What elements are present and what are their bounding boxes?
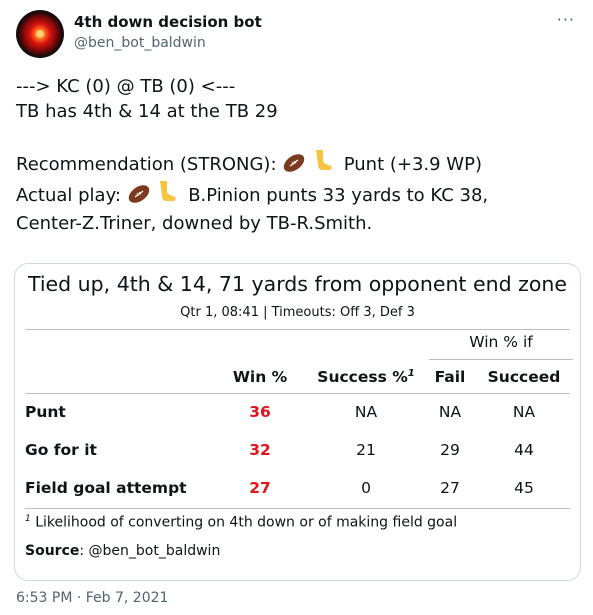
col-success-pct: Success %1 (305, 368, 427, 386)
leg-kick-icon (156, 180, 178, 212)
tweet-timestamp[interactable]: 6:53 PM · Feb 7, 2021 (16, 590, 168, 606)
tweet-text: ---> KC (0) @ TB (0) <--- TB has 4th & 1… (16, 75, 577, 236)
card-title: Tied up, 4th & 14, 71 yards from opponen… (27, 272, 568, 296)
avatar[interactable] (16, 10, 64, 58)
more-options-icon[interactable]: ··· (557, 10, 575, 29)
row-label: Go for it (25, 441, 97, 459)
card-subtitle: Qtr 1, 08:41 | Timeouts: Off 3, Def 3 (180, 305, 415, 320)
header-rule (25, 393, 570, 394)
situation-line: TB has 4th & 14 at the TB 29 (16, 100, 278, 122)
fail-cell: 27 (440, 479, 460, 497)
win-pct-cell: 36 (249, 403, 271, 421)
succeed-cell: NA (512, 403, 536, 421)
footnote-text: Likelihood of converting on 4th down or … (35, 514, 458, 531)
col-success-label: Success % (317, 368, 408, 387)
col-succeed: Succeed (487, 368, 561, 386)
win-if-header: Win % if (469, 333, 533, 351)
recommendation-prefix: Recommendation (STRONG): (16, 153, 277, 175)
actual-play-text: B.Pinion punts 33 yards to KC 38, (188, 185, 489, 206)
win-if-rule (429, 359, 573, 360)
col-win-pct: Win % (232, 368, 288, 386)
fail-cell: 29 (440, 441, 460, 459)
footnote-mark: 1 (25, 514, 31, 524)
success-pct-cell: 0 (361, 479, 371, 497)
succeed-cell: 45 (514, 479, 534, 497)
col-success-sup: 1 (407, 368, 415, 379)
table-top-rule (25, 329, 570, 330)
succeed-cell: 44 (514, 441, 534, 459)
source-value: : @ben_bot_baldwin (79, 543, 221, 559)
decision-table-card[interactable]: Tied up, 4th & 14, 71 yards from opponen… (14, 263, 581, 581)
recommendation-text: Punt (+3.9 WP) (343, 153, 482, 175)
football-icon (282, 153, 306, 181)
success-pct-cell: NA (354, 403, 378, 421)
win-pct-cell: 32 (249, 441, 271, 459)
source-label: Source (25, 543, 80, 559)
actual-play-prefix: Actual play: (16, 185, 121, 206)
fail-cell: NA (438, 403, 462, 421)
tweet-header: 4th down decision bot @ben_bot_baldwin ·… (16, 10, 577, 60)
leg-kick-icon (312, 149, 334, 181)
success-pct-cell: 21 (356, 441, 376, 459)
author-name[interactable]: 4th down decision bot (74, 13, 262, 31)
row-label: Punt (25, 403, 66, 421)
col-fail: Fail (434, 368, 466, 386)
win-pct-cell: 27 (249, 479, 271, 497)
football-icon (127, 184, 151, 212)
source-line: Source: @ben_bot_baldwin (25, 543, 220, 559)
matchup-line: ---> KC (0) @ TB (0) <--- (16, 76, 236, 97)
footnote: 1 Likelihood of converting on 4th down o… (25, 514, 457, 531)
recommendation-line: Recommendation (STRONG): Punt (+3.9 WP) (16, 149, 577, 181)
author-handle[interactable]: @ben_bot_baldwin (74, 35, 206, 51)
table-bottom-rule (25, 508, 570, 509)
actual-play-line-2: Center-Z.Triner, downed by TB-R.Smith. (16, 212, 373, 234)
row-label: Field goal attempt (25, 479, 187, 497)
actual-play-line: Actual play: B.Pinion punts 33 yards to … (16, 180, 577, 212)
